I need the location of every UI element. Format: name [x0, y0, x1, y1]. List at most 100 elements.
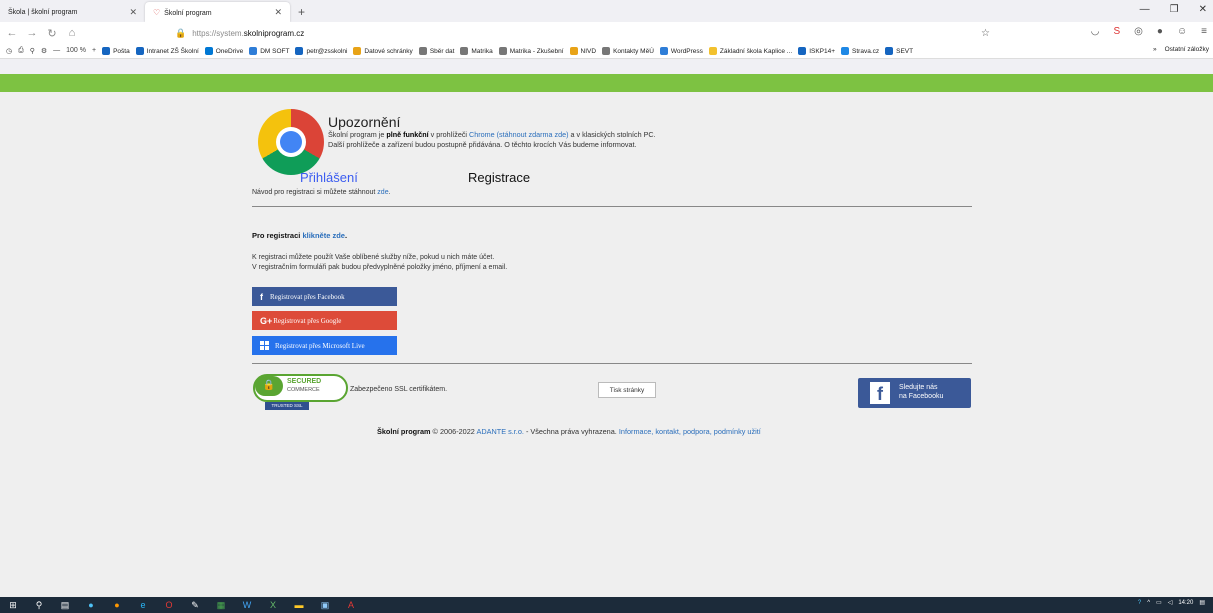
bookmark-icon [798, 47, 807, 55]
url-domain: skolniprogram.cz [243, 28, 305, 38]
bookmark-icon [460, 47, 469, 55]
bookmark-item[interactable]: NIVD [569, 47, 597, 55]
ssl-badge: 🔒 SECURED COMMERCE TRUSTED SSL [253, 374, 348, 410]
menu-icon[interactable]: ≡ [1201, 26, 1207, 37]
other-bookmarks[interactable]: » Ostatní záložky [1153, 46, 1209, 53]
close-window-icon[interactable]: ✕ [1199, 4, 1207, 15]
extension-icon[interactable]: S [1113, 26, 1120, 37]
help-icon[interactable]: ? [1138, 600, 1141, 606]
edge-icon[interactable]: e [134, 600, 152, 610]
settings-icon[interactable]: ⚙ [41, 47, 47, 55]
bookmark-item[interactable]: Strava.cz [841, 47, 879, 55]
forward-icon[interactable]: → [24, 27, 40, 39]
chrome-logo-icon [258, 109, 324, 175]
register-microsoft-button[interactable]: Registrovat přes Microsoft Live [252, 336, 397, 355]
bookmark-item[interactable]: DM SOFT [249, 47, 289, 55]
print-icon[interactable]: ⎙ [18, 47, 24, 55]
bookmark-item[interactable]: Matrika - Zkušební [498, 47, 564, 55]
google-plus-icon: G+ [260, 315, 273, 326]
warning-text-part: Školní program je [328, 130, 387, 139]
bookmark-item[interactable]: OneDrive [204, 47, 243, 55]
browser-tab-skola[interactable]: Škola | školní program ✕ [0, 2, 145, 22]
minimize-icon[interactable]: — [1140, 4, 1150, 15]
extension-icon-3[interactable]: ● [1157, 26, 1163, 37]
network-icon[interactable]: ▭ [1156, 599, 1162, 606]
print-page-button[interactable]: Tisk stránky [598, 382, 656, 398]
notification-icon[interactable]: ▤ [1199, 599, 1205, 606]
footer-company-link[interactable]: ADANTE s.r.o. [476, 427, 523, 436]
footer-brand: Školní program [377, 427, 431, 436]
footer-rights: - Všechna práva vyhrazena. [523, 427, 619, 436]
bookmark-label: Strava.cz [852, 47, 880, 55]
guide-download-link[interactable]: zde [377, 189, 388, 196]
tab-login[interactable]: Přihlášení [300, 170, 358, 185]
facebook-follow-button[interactable]: f Sledujte nás na Facebooku [858, 378, 971, 408]
chrome-download-link[interactable]: Chrome (stáhnout zdarma zde) [469, 130, 568, 139]
app-icon-2[interactable]: ▦ [212, 600, 230, 610]
tool-icon[interactable]: ✎ [186, 600, 204, 610]
address-bar[interactable]: 🔒 https://system.skolniprogram.cz ☆ [175, 25, 1000, 41]
bookmark-icon [135, 47, 144, 55]
word-icon[interactable]: W [238, 600, 256, 610]
bookmark-item[interactable]: petr@zsskolni [295, 47, 347, 55]
acrobat-icon[interactable]: A [342, 600, 360, 610]
page-body: Upozornění Školní program je plně funkčn… [0, 92, 1213, 597]
ssl-trusted-text: TRUSTED SSL [265, 402, 309, 410]
bookmark-item[interactable]: ISKP14+ [798, 47, 835, 55]
reg-text-line1: K registraci můžete použít Vaše oblíbené… [252, 254, 495, 261]
bookmark-label: NIVD [580, 47, 597, 55]
system-tray: ? ^ ▭ ◁ 14:20 ▤ [1138, 599, 1205, 607]
extension-icon-2[interactable]: ◎ [1134, 26, 1143, 37]
back-icon[interactable]: ← [4, 27, 20, 39]
zoom-in-icon[interactable]: + [92, 47, 96, 55]
home-icon[interactable]: ⌂ [64, 27, 80, 39]
page-header-bar [0, 74, 1213, 92]
opera-icon[interactable]: O [160, 600, 178, 610]
warning-title: Upozornění [328, 114, 401, 130]
new-tab-button[interactable]: + [290, 2, 313, 22]
register-google-button[interactable]: G+ Registrovat přes Google [252, 311, 397, 330]
tab-register[interactable]: Registrace [468, 170, 530, 185]
bookmark-item[interactable]: Intranet ZŠ Školní [135, 47, 199, 55]
excel-icon[interactable]: X [264, 600, 282, 610]
close-icon[interactable]: ✕ [274, 7, 282, 18]
pocket-icon[interactable]: ◡ [1091, 26, 1100, 37]
history-icon[interactable]: ◷ [6, 47, 12, 55]
chevron-right-icon[interactable]: » [1153, 46, 1157, 53]
bookmark-item[interactable]: WordPress [659, 47, 703, 55]
bookmark-item[interactable]: Datové schránky [353, 47, 413, 55]
reload-icon[interactable]: ↻ [44, 27, 60, 40]
bookmark-item[interactable]: Matrika [460, 47, 493, 55]
bookmark-label: Kontakty MěÚ [613, 47, 654, 55]
app-icon-3[interactable]: ▣ [316, 600, 334, 610]
close-icon[interactable]: ✕ [129, 7, 137, 18]
bookmark-item[interactable]: SEVT [885, 47, 913, 55]
registration-guide: Návod pro registraci si můžete stáhnout … [252, 189, 391, 196]
browser-tab-skolni-program[interactable]: ♡ Školní program ✕ [145, 2, 290, 22]
star-icon[interactable]: ☆ [981, 28, 990, 39]
start-icon[interactable]: ⊞ [4, 600, 22, 610]
register-facebook-button[interactable]: f Registrovat přes Facebook [252, 287, 397, 306]
clock[interactable]: 14:20 [1178, 600, 1193, 606]
bookmark-item[interactable]: Pošta [102, 47, 130, 55]
app-icon[interactable]: ● [82, 600, 100, 610]
fb-follow-line2: na Facebooku [899, 393, 944, 400]
search-icon[interactable]: ⚲ [30, 47, 35, 55]
maximize-icon[interactable]: ❐ [1170, 4, 1179, 15]
register-click-here-link[interactable]: klikněte zde [302, 231, 345, 240]
footer-info-link[interactable]: Informace, kontakt, podpora, podmínky už… [619, 427, 761, 436]
folder-icon[interactable]: ▬ [290, 600, 308, 610]
bookmark-item[interactable]: Sběr dat [418, 47, 454, 55]
zoom-out-icon[interactable]: — [53, 47, 60, 55]
bookmark-icon [659, 47, 668, 55]
volume-icon[interactable]: ◁ [1168, 599, 1173, 606]
task-view-icon[interactable]: ▤ [56, 600, 74, 610]
search-icon[interactable]: ⚲ [30, 600, 48, 610]
profile-icon[interactable]: ☺ [1177, 26, 1187, 37]
firefox-icon[interactable]: ● [108, 600, 126, 610]
guide-text: Návod pro registraci si můžete stáhnout [252, 189, 378, 196]
bookmark-item[interactable]: Kontakty MěÚ [602, 47, 654, 55]
bookmark-item[interactable]: Základní škola Kaplice ... [708, 47, 792, 55]
chevron-up-icon[interactable]: ^ [1147, 600, 1150, 606]
zoom-level[interactable]: 100 % [66, 47, 86, 55]
